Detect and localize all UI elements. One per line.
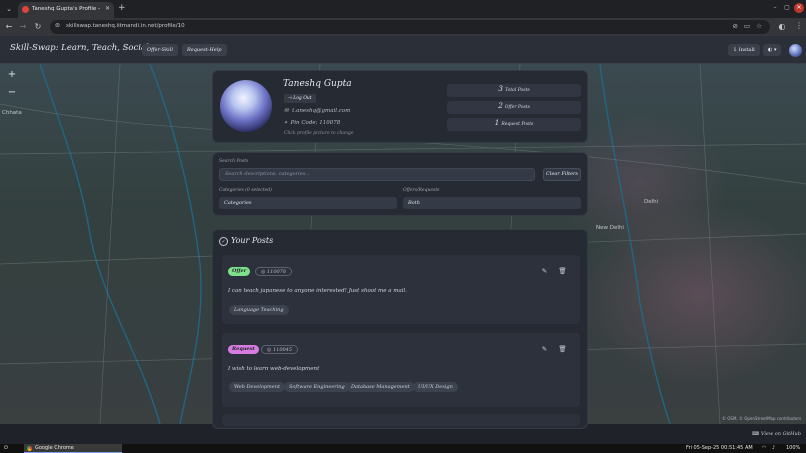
- post-tag: UI/UX Design: [413, 382, 458, 392]
- stat-offer-posts: 2 Offer Posts: [447, 101, 581, 114]
- profile-pin: Pin Code: 110078: [290, 120, 341, 126]
- zoom-in-icon[interactable]: +: [6, 69, 18, 81]
- profile-email: t.aneshq@gmail.com: [292, 108, 351, 114]
- post-pin: ◎ 110078: [255, 267, 293, 276]
- stat-label: Request Posts: [501, 122, 534, 127]
- forward-icon[interactable]: →: [17, 21, 29, 33]
- post-tag: Web Development: [229, 382, 285, 392]
- reload-icon[interactable]: ↻: [32, 21, 44, 33]
- back-icon[interactable]: ←: [3, 21, 15, 33]
- zoom-out-icon[interactable]: −: [6, 87, 18, 99]
- minimize-icon[interactable]: –: [770, 3, 780, 13]
- site-info-icon[interactable]: ⊜: [55, 22, 60, 29]
- post-tag: Software Engineering: [284, 382, 350, 392]
- close-window-icon[interactable]: ✕: [794, 3, 804, 13]
- battery-level[interactable]: 100%: [786, 445, 800, 451]
- edit-icon[interactable]: ✎: [540, 345, 549, 354]
- bookmark-star-icon[interactable]: ☆: [756, 22, 762, 30]
- maximize-icon[interactable]: ▢: [782, 3, 792, 13]
- search-label: Search Posts: [219, 159, 249, 164]
- address-bar[interactable]: ⊜ skillswap.taneshq.iitmandi.in.net/prof…: [50, 20, 770, 34]
- extensions-icon[interactable]: ◐: [776, 21, 788, 33]
- taskbar-chrome-app[interactable]: Google Chrome: [24, 444, 122, 453]
- browser-toolbar: ← → ↻ ⊜ skillswap.taneshq.iitmandi.in.ne…: [0, 18, 806, 36]
- post-type-badge: Request: [228, 345, 259, 354]
- delete-icon[interactable]: 🗑: [558, 267, 567, 276]
- taskbar-clock[interactable]: Fri 05-Sep-25 00:51:45 AM: [686, 445, 753, 451]
- map-attribution[interactable]: © OSM, © OpenStreetMap contributors: [722, 416, 801, 421]
- post-tag: Database Management: [346, 382, 415, 392]
- install-app-icon[interactable]: ⊘: [733, 22, 738, 30]
- header-avatar[interactable]: [789, 44, 802, 57]
- pin-row: ⌖ Pin Code: 110078: [284, 120, 341, 126]
- search-input[interactable]: Search descriptions, categories...: [219, 168, 535, 181]
- post-pin-value: 110078: [266, 269, 287, 275]
- post-description: I can teach japanese to anyone intereste…: [228, 288, 408, 294]
- request-help-button[interactable]: Request-Help: [182, 44, 227, 56]
- browser-tab[interactable]: Taneshq Gupta's Profile - Sk ✕: [18, 2, 114, 18]
- posts-title: Your Posts: [231, 236, 274, 245]
- clear-filters-button[interactable]: Clear Filters: [543, 168, 581, 181]
- post-pin-value: 110045: [272, 347, 293, 353]
- cast-icon[interactable]: ▭: [744, 22, 750, 30]
- github-label: View on GitHub: [760, 431, 801, 437]
- post-card: [222, 414, 580, 426]
- power-icon[interactable]: ⏻: [4, 445, 8, 451]
- stat-request-posts: 1 Request Posts: [447, 118, 581, 131]
- logout-label: Log Out: [293, 96, 312, 101]
- edit-icon[interactable]: ✎: [540, 267, 549, 276]
- delete-icon[interactable]: 🗑: [558, 345, 567, 354]
- map-label: Chhata: [2, 110, 22, 116]
- theme-toggle-icon[interactable]: ◐ ▾: [763, 44, 782, 56]
- taskbar-app-label: Google Chrome: [35, 445, 74, 451]
- profile-name: Taneshq Gupta: [283, 79, 352, 89]
- categories-label: Categories (0 selected): [219, 188, 272, 193]
- volume-icon[interactable]: ♪: [772, 445, 775, 451]
- tab-search-icon[interactable]: ⌄: [4, 4, 14, 14]
- tab-title: Taneshq Gupta's Profile - Sk: [32, 6, 102, 12]
- install-button[interactable]: ⇩ Install: [728, 44, 760, 56]
- favicon-icon: [22, 6, 29, 13]
- post-tag: Language Teaching: [229, 305, 289, 315]
- browser-tab-bar: ⌄ Taneshq Gupta's Profile - Sk ✕ + – ▢ ✕: [0, 0, 806, 18]
- offer-skill-button[interactable]: Offer-Skill: [142, 44, 178, 56]
- check-circle-icon: ✓: [219, 237, 228, 246]
- categories-select[interactable]: Categories: [219, 197, 397, 209]
- chrome-icon: [27, 446, 32, 451]
- stat-number: 3: [498, 84, 504, 93]
- post-pin: ◎ 110045: [261, 345, 299, 354]
- email-row: ✉ t.aneshq@gmail.com: [284, 108, 351, 114]
- stat-number: 1: [494, 118, 500, 127]
- post-type-badge: Offer: [228, 267, 251, 276]
- profile-hint: Click profile picture to change: [284, 131, 354, 136]
- post-description: I wish to learn web-development: [228, 366, 320, 372]
- map-label: Delhi: [644, 199, 659, 205]
- wifi-icon[interactable]: ◠: [762, 445, 766, 451]
- url-text: skillswap.taneshq.iitmandi.in.net/profil…: [66, 23, 185, 29]
- new-tab-icon[interactable]: +: [118, 3, 126, 13]
- offers-requests-label: Offers/Requests: [403, 188, 440, 193]
- github-link[interactable]: ⌨ View on GitHub: [752, 431, 801, 437]
- stat-label: Offer Posts: [504, 105, 530, 110]
- close-tab-icon[interactable]: ✕: [105, 5, 110, 12]
- map-label: New Delhi: [596, 225, 624, 231]
- install-label: Install: [738, 47, 755, 53]
- stat-label: Total Posts: [504, 88, 530, 93]
- profile-picture[interactable]: [220, 80, 272, 132]
- stat-number: 2: [498, 101, 503, 110]
- brand-logo[interactable]: Skill-Swap: Learn, Teach, Socialise: [10, 43, 161, 53]
- chrome-menu-icon[interactable]: ⋮: [795, 21, 803, 30]
- offers-requests-select[interactable]: Both: [403, 197, 581, 209]
- app-header: Skill-Swap: Learn, Teach, Socialise Offe…: [0, 36, 806, 64]
- logout-button[interactable]: ⇥ Log Out: [284, 94, 316, 103]
- stat-total-posts: 3 Total Posts: [447, 84, 581, 97]
